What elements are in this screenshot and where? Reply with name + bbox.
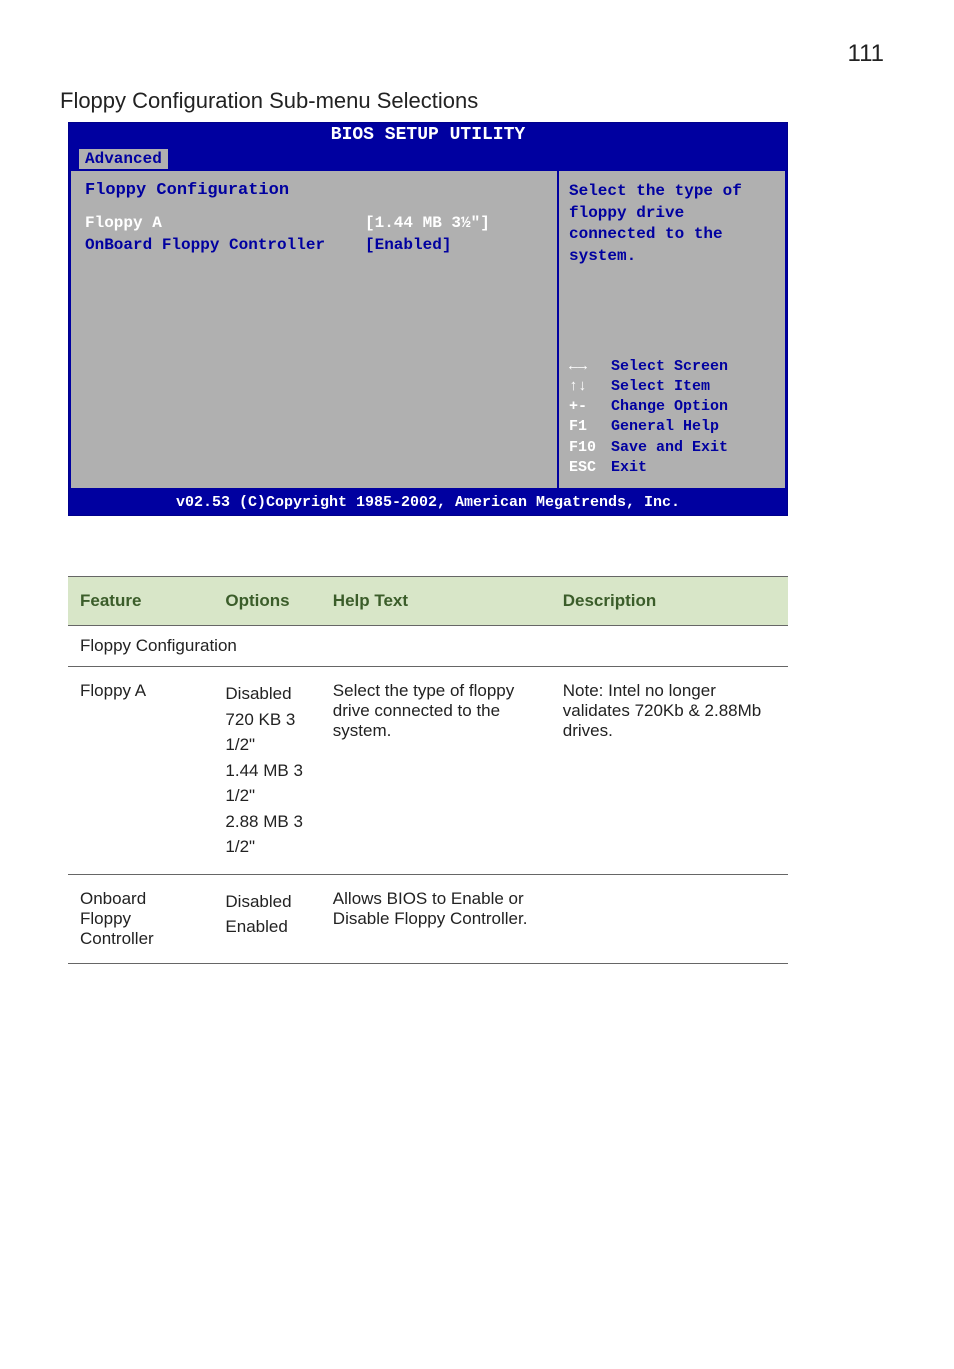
bios-body: Floppy Configuration Floppy A [1.44 MB 3… (69, 169, 787, 490)
legend-save-exit: F10Save and Exit (569, 438, 775, 458)
table-row: Floppy A Disabled 720 KB 3 1/2" 1.44 MB … (68, 667, 788, 875)
option-value: 2.88 MB 3 1/2" (225, 809, 308, 860)
legend-desc: Select Item (611, 377, 710, 397)
option-value: 1.44 MB 3 1/2" (225, 758, 308, 809)
legend-desc: Save and Exit (611, 438, 728, 458)
bios-tab-row: Advanced (69, 149, 787, 169)
col-description: Description (551, 577, 788, 626)
legend-desc: Select Screen (611, 357, 728, 377)
cell-help: Allows BIOS to Enable or Disable Floppy … (321, 874, 551, 963)
col-feature: Feature (68, 577, 213, 626)
option-value: Enabled (225, 914, 308, 940)
key-plus-minus-icon: +- (569, 397, 611, 417)
cell-feature: Onboard Floppy Controller (68, 874, 213, 963)
bios-right-pane: Select the type of floppy drive connecte… (557, 169, 787, 490)
cell-desc (551, 874, 788, 963)
bios-help-text: Select the type of floppy drive connecte… (569, 181, 775, 267)
bios-row-onboard-controller[interactable]: OnBoard Floppy Controller [Enabled] (85, 236, 543, 254)
cell-feature: Floppy A (68, 667, 213, 875)
table-section-label: Floppy Configuration (68, 626, 788, 667)
feature-table: Feature Options Help Text Description Fl… (68, 576, 788, 964)
col-help-text: Help Text (321, 577, 551, 626)
col-options: Options (213, 577, 320, 626)
option-value: Disabled (225, 681, 308, 707)
key-f1: F1 (569, 417, 611, 437)
bios-key-legend: ←→Select Screen ↑↓Select Item +-Change O… (569, 357, 775, 479)
bios-row-value: [Enabled] (365, 236, 451, 254)
key-f10: F10 (569, 438, 611, 458)
tab-advanced[interactable]: Advanced (79, 149, 168, 169)
page-number: 111 (60, 40, 894, 68)
cell-options: Disabled 720 KB 3 1/2" 1.44 MB 3 1/2" 2.… (213, 667, 320, 875)
cell-options: Disabled Enabled (213, 874, 320, 963)
cell-help: Select the type of floppy drive connecte… (321, 667, 551, 875)
bios-footer: v02.53 (C)Copyright 1985-2002, American … (69, 490, 787, 515)
table-header-row: Feature Options Help Text Description (68, 577, 788, 626)
legend-desc: Exit (611, 458, 647, 478)
section-title: Floppy Configuration Sub-menu Selections (60, 88, 894, 114)
key-esc: ESC (569, 458, 611, 478)
bios-row-label: OnBoard Floppy Controller (85, 236, 365, 254)
bios-left-pane: Floppy Configuration Floppy A [1.44 MB 3… (69, 169, 557, 490)
key-arrows-horizontal-icon: ←→ (569, 357, 611, 377)
bios-heading: Floppy Configuration (85, 181, 543, 200)
cell-desc: Note: Intel no longer validates 720Kb & … (551, 667, 788, 875)
table-section-row: Floppy Configuration (68, 626, 788, 667)
option-value: 720 KB 3 1/2" (225, 707, 308, 758)
bios-row-value: [1.44 MB 3½"] (365, 214, 490, 232)
bios-setup-panel: BIOS SETUP UTILITY Advanced Floppy Confi… (68, 122, 788, 516)
legend-select-screen: ←→Select Screen (569, 357, 775, 377)
option-value: Disabled (225, 889, 308, 915)
key-arrows-vertical-icon: ↑↓ (569, 377, 611, 397)
legend-select-item: ↑↓Select Item (569, 377, 775, 397)
bios-banner: BIOS SETUP UTILITY (69, 123, 787, 149)
legend-change-option: +-Change Option (569, 397, 775, 417)
bios-row-label: Floppy A (85, 214, 365, 232)
legend-desc: General Help (611, 417, 719, 437)
table-row: Onboard Floppy Controller Disabled Enabl… (68, 874, 788, 963)
legend-desc: Change Option (611, 397, 728, 417)
legend-exit: ESCExit (569, 458, 775, 478)
legend-general-help: F1General Help (569, 417, 775, 437)
bios-row-floppy-a[interactable]: Floppy A [1.44 MB 3½"] (85, 214, 543, 232)
